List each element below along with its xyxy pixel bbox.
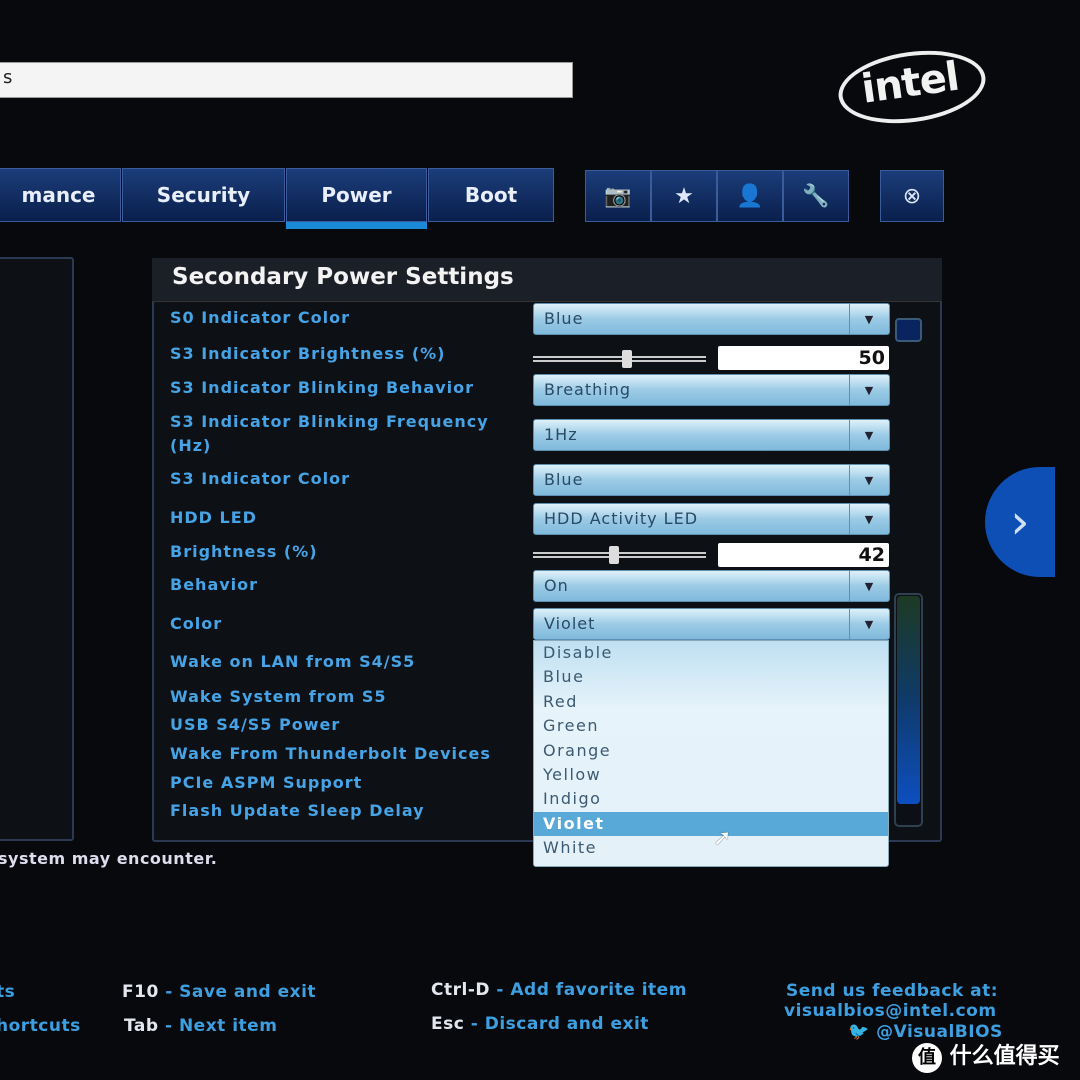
setting-label[interactable]: Flash Update Sleep Delay	[170, 799, 425, 823]
option-violet[interactable]: Violet	[534, 811, 888, 837]
camera-icon: 📷	[604, 183, 632, 209]
mouse-cursor-icon: ➚	[713, 826, 732, 851]
option-blue[interactable]: Blue	[534, 665, 888, 689]
behavior-dropdown[interactable]: On ▼	[533, 570, 890, 602]
slider-thumb[interactable]	[622, 350, 632, 368]
chevron-right-icon: ›	[1010, 494, 1030, 550]
search-input[interactable]: s	[0, 62, 573, 98]
option-yellow[interactable]: Yellow	[534, 763, 888, 787]
s0-color-swatch	[895, 318, 922, 342]
setting-label: S0 Indicator Color	[170, 308, 350, 327]
color-options-list[interactable]: Disable Blue Red Green Orange Yellow Ind…	[533, 640, 889, 867]
close-button[interactable]: ⊗	[880, 170, 944, 222]
option-red[interactable]: Red	[534, 690, 888, 714]
watermark: 值 什么值得买	[912, 1038, 1060, 1073]
scrollbar[interactable]	[894, 593, 923, 827]
panel-title: Secondary Power Settings	[152, 258, 942, 302]
color-dropdown[interactable]: Violet ▼	[533, 608, 890, 640]
setting-label: S3 Indicator Blinking Behavior	[170, 378, 475, 397]
slider-thumb[interactable]	[609, 546, 619, 564]
option-white[interactable]: White	[534, 836, 888, 860]
twitter-icon: 🐦	[848, 1022, 870, 1042]
hdd-led-dropdown[interactable]: HDD Activity LED ▼	[533, 503, 890, 535]
s3-blink-behavior-dropdown[interactable]: Breathing ▼	[533, 374, 890, 406]
shortcut-esc: Esc - Discard and exit	[431, 1014, 649, 1034]
tab-power[interactable]: Power	[286, 168, 427, 222]
s3-brightness-input[interactable]: 50	[718, 346, 889, 370]
setting-label: (Hz)	[170, 436, 212, 455]
brightness-slider[interactable]	[533, 546, 706, 564]
tab-label: mance	[21, 183, 96, 207]
tab-label: Security	[156, 183, 251, 207]
s0-color-dropdown[interactable]: Blue ▼	[533, 303, 890, 335]
chevron-down-icon: ▼	[849, 375, 889, 405]
chevron-down-icon: ▼	[849, 304, 889, 334]
setting-label: S3 Indicator Blinking Frequency	[170, 412, 489, 431]
tab-label: Boot	[464, 183, 518, 207]
tab-boot[interactable]: Boot	[428, 168, 554, 222]
setting-label: S3 Indicator Brightness (%)	[170, 344, 446, 363]
chevron-down-icon: ▼	[849, 420, 889, 450]
shortcut-tab: Tab - Next item	[124, 1016, 278, 1036]
brightness-input[interactable]: 42	[718, 543, 889, 567]
feedback-label: Send us feedback at:	[786, 981, 999, 1001]
setting-label: Color	[170, 614, 223, 633]
setting-label: S3 Indicator Color	[170, 469, 350, 488]
shortcut-f10: F10 - Save and exit	[122, 982, 317, 1002]
intel-logo: intel	[833, 42, 991, 132]
favorites-button[interactable]: ★	[651, 170, 717, 222]
tab-security[interactable]: Security	[122, 168, 285, 222]
next-page-button[interactable]: ›	[985, 467, 1055, 577]
option-green[interactable]: Green	[534, 714, 888, 738]
option-disable[interactable]: Disable	[534, 641, 888, 665]
active-tab-indicator	[286, 222, 427, 229]
option-indigo[interactable]: Indigo	[534, 787, 888, 811]
footer-text: hortcuts	[0, 1016, 81, 1036]
user-icon: 👤	[736, 183, 764, 209]
chevron-down-icon: ▼	[849, 571, 889, 601]
option-orange[interactable]: Orange	[534, 739, 888, 763]
shortcut-ctrl-d: Ctrl-D - Add favorite item	[431, 980, 687, 1000]
close-circle-icon: ⊗	[902, 183, 922, 209]
chevron-down-icon: ▼	[849, 609, 889, 639]
chevron-down-icon: ▼	[849, 504, 889, 534]
left-panel	[0, 257, 74, 841]
scrollbar-thumb[interactable]	[897, 596, 920, 804]
s3-brightness-slider[interactable]	[533, 350, 706, 368]
star-icon: ★	[674, 183, 694, 209]
wrench-icon: 🔧	[802, 183, 830, 209]
tab-performance[interactable]: mance	[0, 168, 121, 222]
setting-label: HDD LED	[170, 508, 257, 527]
setting-label: Brightness (%)	[170, 542, 318, 561]
help-text: system may encounter.	[0, 849, 218, 868]
setting-label: Behavior	[170, 575, 259, 594]
setting-label[interactable]: Wake System from S5	[170, 685, 386, 709]
footer-text: ts	[0, 982, 16, 1002]
feedback-email[interactable]: visualbios@intel.com	[784, 1001, 997, 1021]
screenshot-button[interactable]: 📷	[585, 170, 651, 222]
chevron-down-icon: ▼	[849, 465, 889, 495]
setting-label[interactable]: Wake on LAN from S4/S5	[170, 650, 415, 674]
tools-button[interactable]: 🔧	[783, 170, 849, 222]
s3-color-dropdown[interactable]: Blue ▼	[533, 464, 890, 496]
user-button[interactable]: 👤	[717, 170, 783, 222]
s3-blink-frequency-dropdown[interactable]: 1Hz ▼	[533, 419, 890, 451]
setting-label[interactable]: Wake From Thunderbolt Devices	[170, 742, 491, 766]
setting-label[interactable]: USB S4/S5 Power	[170, 713, 340, 737]
setting-label[interactable]: PCIe ASPM Support	[170, 771, 362, 795]
tab-label: Power	[321, 183, 392, 207]
